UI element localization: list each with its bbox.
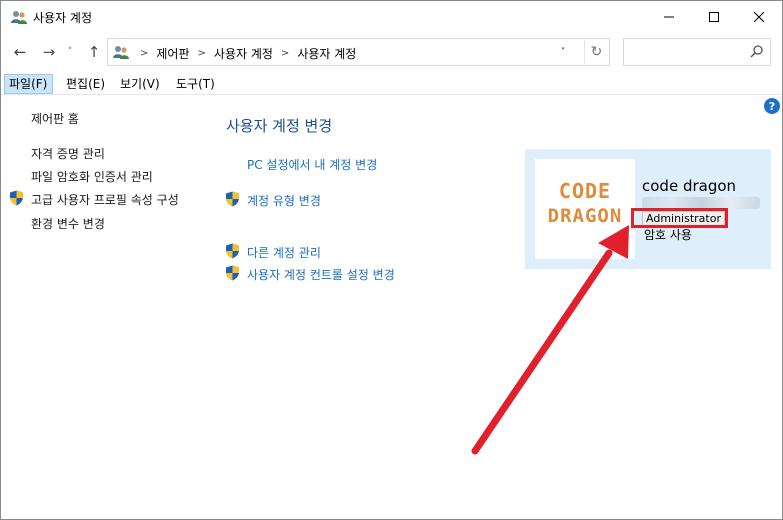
menu-file[interactable]: 파일(F) [4,74,53,94]
close-icon [754,11,764,22]
environment-variables-link[interactable]: 환경 변수 변경 [31,215,105,232]
control-panel-home-link[interactable]: 제어판 홈 [31,110,79,127]
shield-icon [226,265,239,281]
address-bar[interactable]: > 제어판 > 사용자 계정 > 사용자 계정 ˅ ↻ [107,38,610,66]
password-status: 암호 사용 [644,228,692,242]
breadcrumb-item[interactable]: 사용자 계정 [297,45,356,62]
back-button[interactable]: ← [9,41,31,63]
maximize-icon [709,11,719,22]
shield-icon [226,243,239,259]
search-icon [750,45,763,58]
advanced-profile-properties-link[interactable]: 고급 사용자 프로필 속성 구성 [31,191,179,208]
minimize-icon [664,16,674,17]
change-account-type-link[interactable]: 계정 유형 변경 [247,192,321,209]
breadcrumb-separator: > [140,48,149,59]
back-arrow-icon: ← [13,43,27,61]
breadcrumb: > 제어판 > 사용자 계정 > 사용자 계정 [132,45,356,62]
page-title: 사용자 계정 변경 [226,117,333,135]
menu-edit[interactable]: 편집(E) [62,74,109,94]
breadcrumb-item[interactable]: 제어판 [156,45,189,62]
shield-icon [226,191,239,207]
refresh-icon: ↻ [590,44,603,60]
window-title: 사용자 계정 [33,11,93,25]
recent-locations-button[interactable]: ˅ [63,41,77,63]
up-arrow-icon: ↑ [87,43,101,61]
search-input[interactable] [623,38,771,66]
forward-arrow-icon: → [42,43,56,61]
annotation-highlight-box [631,208,728,228]
users-icon [113,46,129,59]
menu-bar: 파일(F) 편집(E) 보기(V) 도구(T) [1,73,782,95]
navigation-bar: ← → ˅ ↑ > 제어판 > 사용자 계정 > 사용자 계정 ˅ ↻ [1,37,782,67]
uac-settings-link[interactable]: 사용자 계정 컨트롤 설정 변경 [247,266,395,283]
users-icon [11,11,27,24]
up-button[interactable]: ↑ [83,41,105,63]
refresh-button[interactable]: ↻ [584,40,608,64]
breadcrumb-separator: > [280,48,290,59]
account-name: code dragon [642,177,737,195]
help-icon[interactable]: ? [764,98,780,114]
close-button[interactable] [736,1,782,32]
breadcrumb-separator: > [197,48,206,59]
breadcrumb-item[interactable]: 사용자 계정 [214,45,273,62]
forward-button[interactable]: → [38,41,60,63]
menu-tools[interactable]: 도구(T) [172,74,219,94]
minimize-button[interactable] [646,1,692,32]
user-accounts-window: 사용자 계정 ← → ˅ ↑ > 제어판 > 사용자 계정 > 사용자 계정 ˅… [0,0,783,520]
avatar-text-line2: DRAGON [547,205,623,227]
maximize-button[interactable] [691,1,737,32]
address-dropdown-button[interactable]: ˅ [555,43,571,61]
chevron-down-icon: ˅ [560,46,566,58]
avatar: CODE DRAGON [535,159,635,259]
manage-credentials-link[interactable]: 자격 증명 관리 [31,145,105,162]
manage-other-account-link[interactable]: 다른 계정 관리 [247,244,321,261]
shield-icon [10,190,23,206]
change-account-in-pc-settings-link[interactable]: PC 설정에서 내 계정 변경 [247,156,377,173]
avatar-text-line1: CODE [558,179,612,203]
title-bar: 사용자 계정 [1,1,782,32]
chevron-down-icon: ˅ [67,47,73,57]
file-encryption-certificates-link[interactable]: 파일 암호화 인증서 관리 [31,168,153,185]
menu-view[interactable]: 보기(V) [116,74,164,94]
